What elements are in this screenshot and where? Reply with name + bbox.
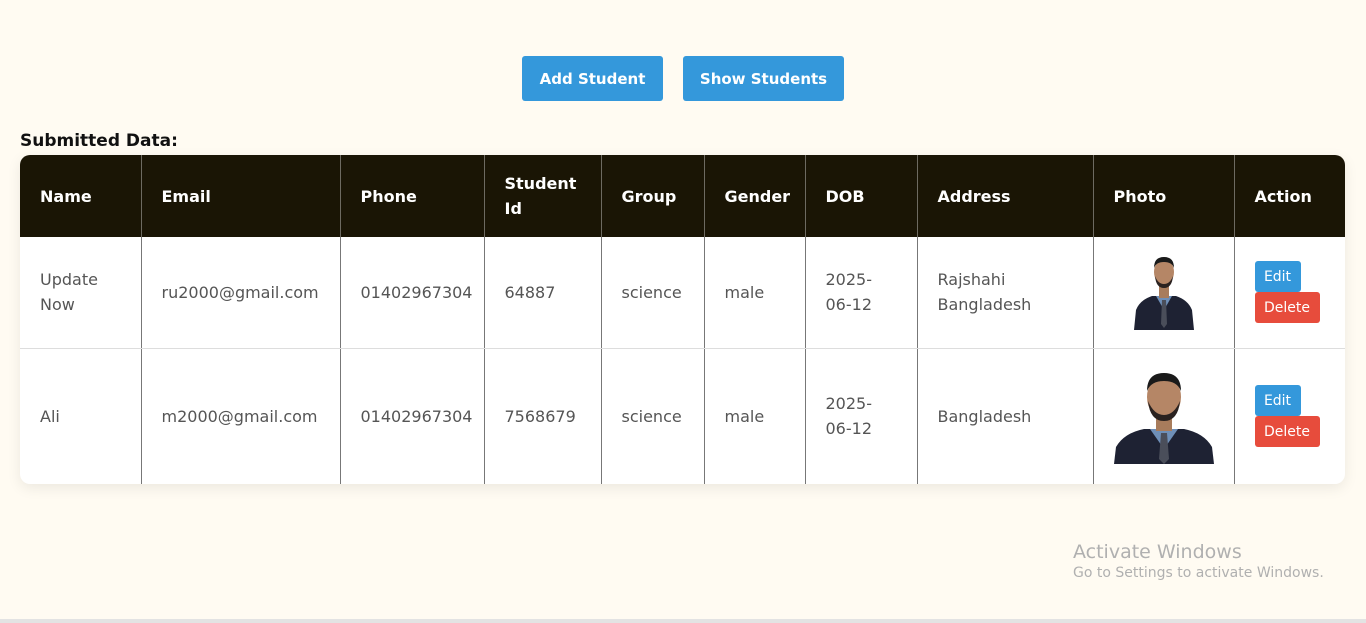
section-title: Submitted Data: <box>20 131 178 151</box>
cell-photo <box>1093 348 1235 484</box>
cell-name: Ali <box>20 348 142 484</box>
watermark-subtitle: Go to Settings to activate Windows. <box>1073 565 1324 581</box>
students-table: Name Email Phone Student Id Group Gender… <box>20 155 1345 484</box>
table-row: Ali m2000@gmail.com 01402967304 7568679 … <box>20 348 1345 484</box>
edit-button[interactable]: Edit <box>1254 261 1301 293</box>
cell-email: m2000@gmail.com <box>141 348 341 484</box>
activate-windows-watermark: Activate Windows Go to Settings to activ… <box>1073 541 1324 581</box>
cell-name: Update Now <box>20 237 142 349</box>
top-toolbar: Add Student Show Students <box>0 56 1366 101</box>
header-group: Group <box>601 155 705 237</box>
student-photo <box>1131 254 1196 331</box>
cell-email: ru2000@gmail.com <box>141 237 341 349</box>
header-student-id: Student Id <box>484 155 602 237</box>
cell-group: science <box>601 237 705 349</box>
cell-student-id: 7568679 <box>484 348 602 484</box>
header-action: Action <box>1234 155 1345 237</box>
watermark-title: Activate Windows <box>1073 541 1242 563</box>
student-photo <box>1113 368 1214 464</box>
cell-address: Rajshahi Bangladesh <box>917 237 1094 349</box>
cell-action: Edit Delete <box>1234 348 1345 484</box>
cell-dob: 2025-06-12 <box>805 237 918 349</box>
delete-button[interactable]: Delete <box>1254 416 1320 448</box>
edit-button[interactable]: Edit <box>1254 385 1301 417</box>
header-name: Name <box>20 155 142 237</box>
header-photo: Photo <box>1093 155 1235 237</box>
cell-dob: 2025-06-12 <box>805 348 918 484</box>
cell-group: science <box>601 348 705 484</box>
cell-action: Edit Delete <box>1234 237 1345 349</box>
header-dob: DOB <box>805 155 918 237</box>
table-header-row: Name Email Phone Student Id Group Gender… <box>20 155 1345 237</box>
table-row: Update Now ru2000@gmail.com 01402967304 … <box>20 237 1345 349</box>
cell-gender: male <box>704 237 806 349</box>
cell-student-id: 64887 <box>484 237 602 349</box>
add-student-button[interactable]: Add Student <box>522 56 663 101</box>
bottom-divider <box>0 619 1366 623</box>
delete-button[interactable]: Delete <box>1254 292 1320 324</box>
header-gender: Gender <box>704 155 806 237</box>
cell-address: Bangladesh <box>917 348 1094 484</box>
cell-gender: male <box>704 348 806 484</box>
cell-phone: 01402967304 <box>340 348 485 484</box>
cell-photo <box>1093 237 1235 349</box>
show-students-button[interactable]: Show Students <box>683 56 844 101</box>
cell-phone: 01402967304 <box>340 237 485 349</box>
header-address: Address <box>917 155 1094 237</box>
header-email: Email <box>141 155 341 237</box>
header-phone: Phone <box>340 155 485 237</box>
students-table-container: Name Email Phone Student Id Group Gender… <box>20 155 1345 484</box>
